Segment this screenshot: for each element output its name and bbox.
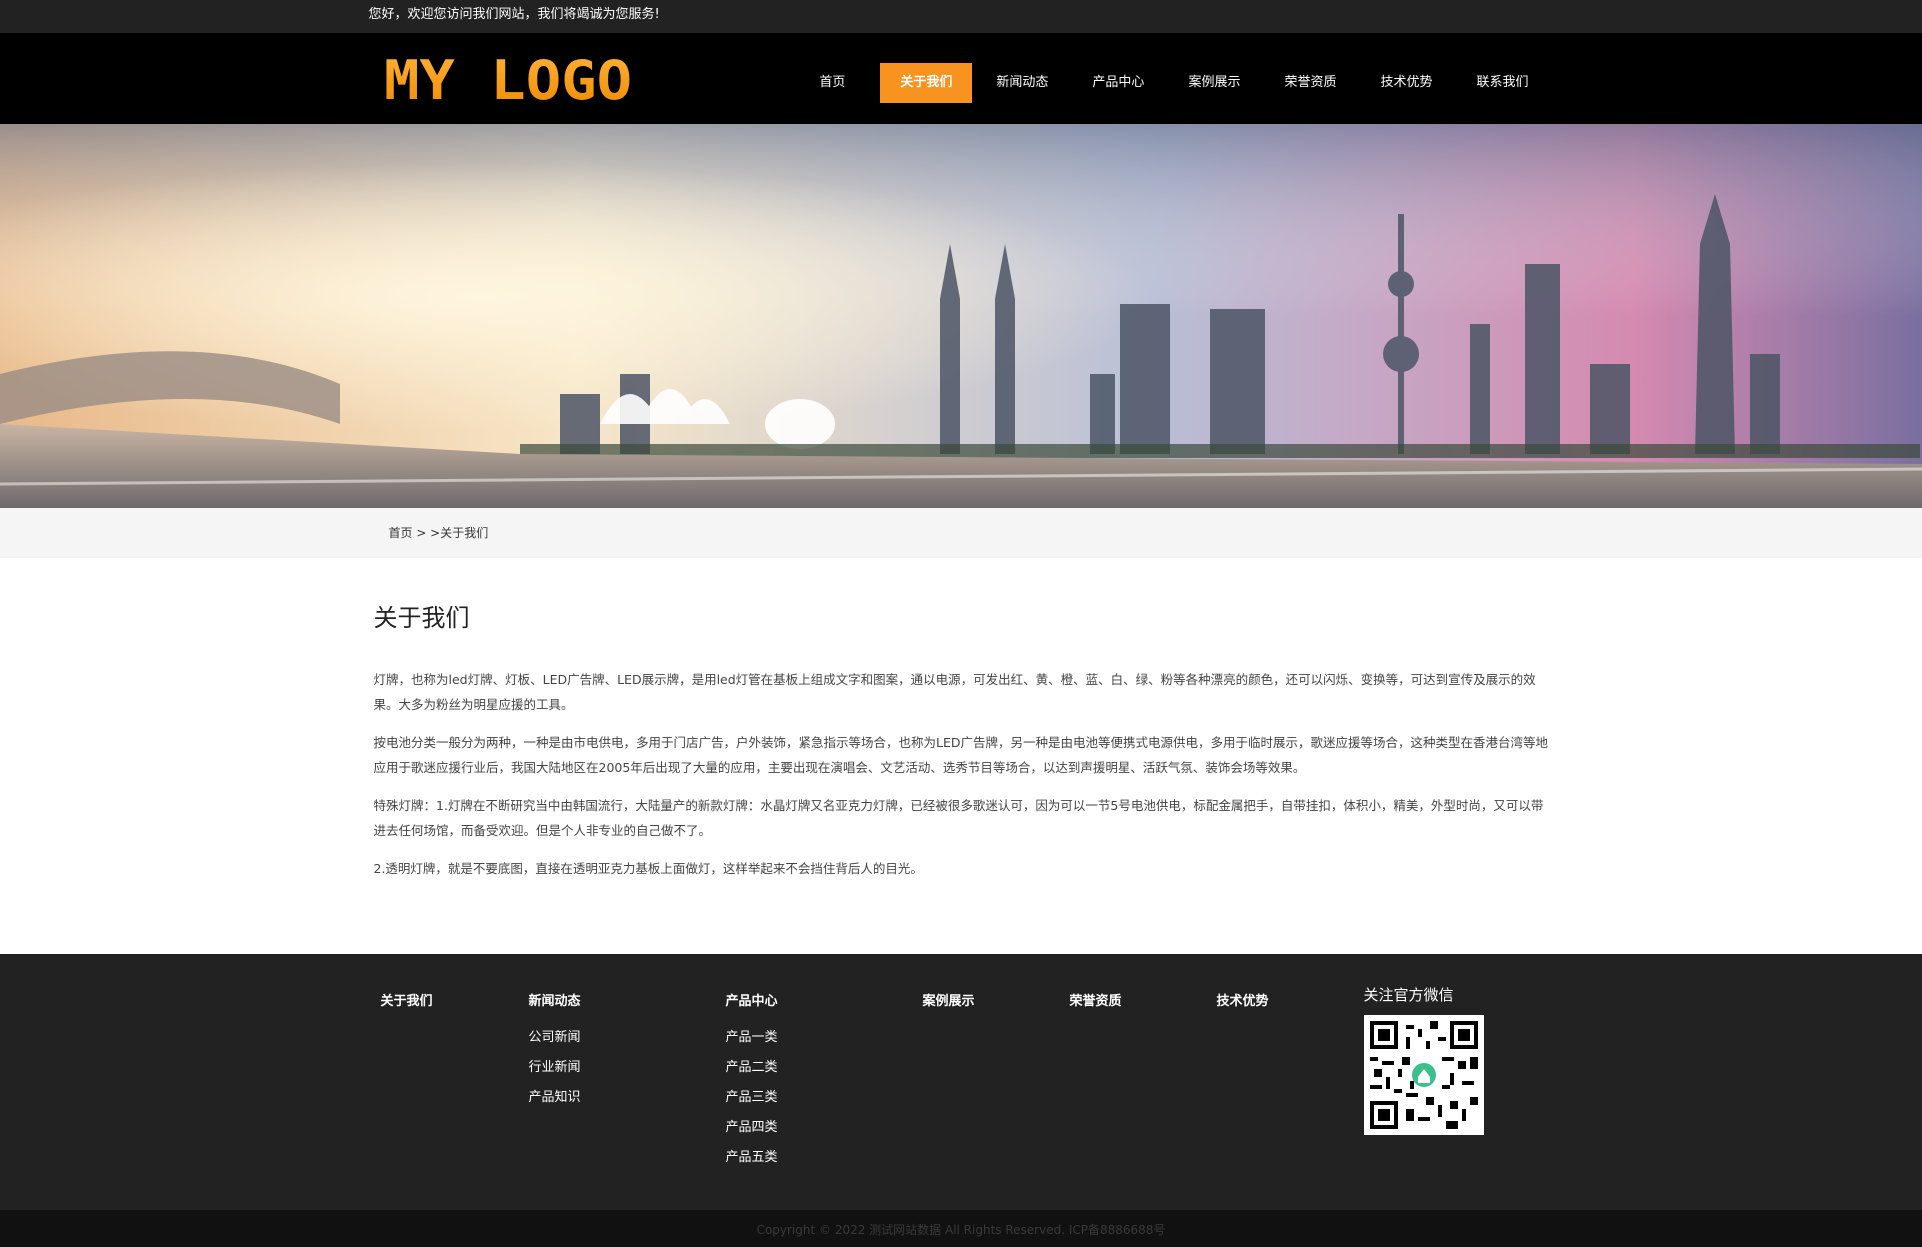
footer-col-news: 新闻动态 公司新闻 行业新闻 产品知识 xyxy=(529,990,581,1113)
nav-tech[interactable]: 技术优势 xyxy=(1360,63,1452,103)
nav-products[interactable]: 产品中心 xyxy=(1072,63,1164,103)
footer-link[interactable]: 产品知识 xyxy=(529,1083,581,1113)
svg-text:MY LOGO: MY LOGO xyxy=(384,51,632,107)
footer-col-title[interactable]: 关于我们 xyxy=(381,990,433,1009)
footer-col-title[interactable]: 荣誉资质 xyxy=(1070,990,1122,1009)
paragraph-2: 按电池分类一般分为两种，一种是由市电供电，多用于门店广告，户外装饰，紧急指示等场… xyxy=(373,735,1549,775)
qr-code-icon xyxy=(1363,1015,1484,1135)
footer-col-about: 关于我们 xyxy=(381,990,433,1023)
footer-link[interactable]: 产品五类 xyxy=(726,1143,778,1173)
welcome-text: 您好，欢迎您访问我们网站，我们将竭诚为您服务! xyxy=(368,7,660,22)
footer-col-title[interactable]: 产品中心 xyxy=(726,990,778,1009)
footer-link[interactable]: 产品四类 xyxy=(726,1113,778,1143)
wechat-block: 关注官方微信 xyxy=(1363,984,1484,1135)
footer-col-title[interactable]: 技术优势 xyxy=(1217,990,1269,1009)
nav-about[interactable]: 关于我们 xyxy=(880,63,973,103)
footer: 关于我们 新闻动态 公司新闻 行业新闻 产品知识 产品中心 产品一类 产品二类 … xyxy=(0,954,1922,1210)
logo-image: MY LOGO xyxy=(384,51,632,107)
footer-col-products: 产品中心 产品一类 产品二类 产品三类 产品四类 产品五类 xyxy=(726,990,778,1173)
copyright-text: Copyright © 2022 测试网站数据 All Rights Reser… xyxy=(756,1223,1166,1237)
nav-home[interactable]: 首页 xyxy=(788,63,876,103)
nav-cases[interactable]: 案例展示 xyxy=(1168,63,1260,103)
main-nav: 首页 关于我们 新闻动态 产品中心 案例展示 荣誉资质 技术优势 联系我们 xyxy=(784,63,1548,103)
paragraph-4: 2.透明灯牌，就是不要底图，直接在透明亚克力基板上面做灯，这样举起来不会挡住背后… xyxy=(373,861,923,876)
footer-link[interactable]: 行业新闻 xyxy=(529,1053,581,1083)
breadcrumb: 首页 > >关于我们 xyxy=(0,508,1922,558)
nav-contact[interactable]: 联系我们 xyxy=(1456,63,1548,103)
footer-col-title[interactable]: 新闻动态 xyxy=(529,990,581,1009)
paragraph-3: 特殊灯牌：1.灯牌在不断研究当中由韩国流行，大陆量产的新款灯牌：水晶灯牌又名亚克… xyxy=(373,798,1544,838)
nav-honors[interactable]: 荣誉资质 xyxy=(1264,63,1356,103)
footer-link[interactable]: 产品三类 xyxy=(726,1083,778,1113)
footer-link[interactable]: 公司新闻 xyxy=(529,1023,581,1053)
site-logo[interactable]: MY LOGO xyxy=(384,49,634,109)
top-bar: 您好，欢迎您访问我们网站，我们将竭诚为您服务! xyxy=(0,0,1922,33)
footer-col-honors: 荣誉资质 xyxy=(1070,990,1122,1023)
breadcrumb-text[interactable]: 首页 > >关于我们 xyxy=(389,526,489,540)
nav-news[interactable]: 新闻动态 xyxy=(976,63,1068,103)
footer-col-cases: 案例展示 xyxy=(923,990,975,1023)
city-skyline-image xyxy=(0,124,1922,508)
paragraph-1: 灯牌，也称为led灯牌、灯板、LED广告牌、LED展示牌，是用led灯管在基板上… xyxy=(373,672,1536,712)
wechat-title: 关注官方微信 xyxy=(1363,986,1454,1004)
hero-banner xyxy=(0,124,1922,508)
copyright-bar: Copyright © 2022 测试网站数据 All Rights Reser… xyxy=(0,1210,1922,1247)
footer-col-title[interactable]: 案例展示 xyxy=(923,990,975,1009)
header: MY LOGO 首页 关于我们 新闻动态 产品中心 案例展示 荣誉资质 技术优势… xyxy=(0,33,1922,124)
footer-col-tech: 技术优势 xyxy=(1217,990,1269,1023)
main-content: 关于我们 灯牌，也称为led灯牌、灯板、LED广告牌、LED展示牌，是用led灯… xyxy=(374,558,1549,954)
page-title: 关于我们 xyxy=(373,604,470,632)
footer-link[interactable]: 产品一类 xyxy=(726,1023,778,1053)
footer-link[interactable]: 产品二类 xyxy=(726,1053,778,1083)
